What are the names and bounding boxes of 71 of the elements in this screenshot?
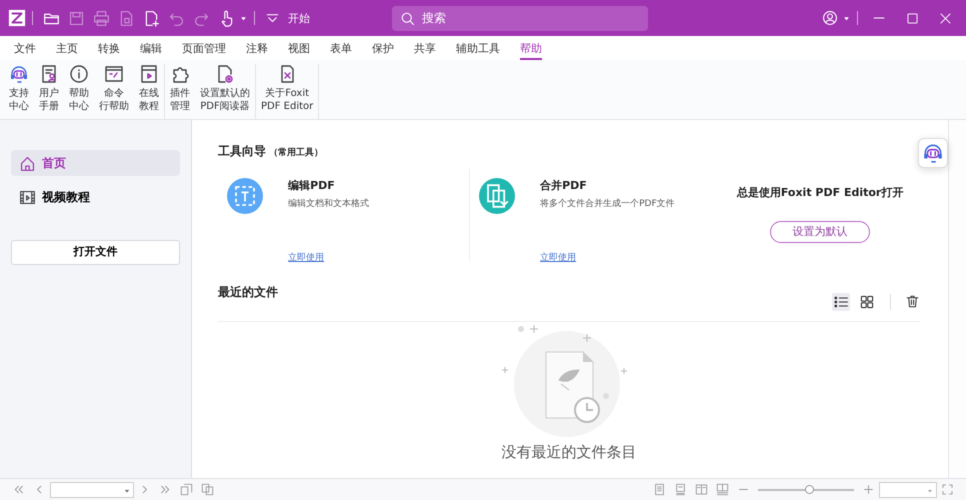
ribbon-button[interactable]: 支持 中心 <box>6 64 32 120</box>
tool-description: 编辑文档和文本格式 <box>288 198 370 211</box>
facing-page-icon[interactable] <box>695 483 708 496</box>
save-icon[interactable] <box>68 10 85 26</box>
ribbon-button[interactable]: 命令 行帮助 <box>96 64 132 120</box>
menu-tab[interactable]: 视图 <box>278 38 320 60</box>
fullscreen-icon[interactable] <box>941 483 954 496</box>
section-title: 最近的文件 <box>218 284 278 300</box>
maximize-icon[interactable] <box>906 12 919 24</box>
headset-icon <box>922 142 944 164</box>
app-logo-icon[interactable] <box>8 9 26 27</box>
new-document-icon[interactable] <box>143 10 160 26</box>
ribbon-button[interactable]: 关于Foxit PDF Editor <box>258 64 316 120</box>
info-icon <box>69 64 89 84</box>
use-now-link[interactable]: 立即使用 <box>288 252 324 265</box>
tool-description: 将多个文件合并生成一个PDF文件 <box>540 198 675 211</box>
ai-assistant-button[interactable] <box>918 138 948 168</box>
page-icon[interactable] <box>180 483 193 496</box>
print-icon[interactable] <box>93 10 110 26</box>
section-title: 工具向导 <box>218 143 266 160</box>
last-page-icon[interactable] <box>159 483 172 496</box>
tool-icon[interactable] <box>479 178 516 214</box>
menu-tab[interactable]: 文件 <box>4 38 46 60</box>
list-view-icon[interactable] <box>833 294 850 310</box>
sidebar-item[interactable]: 视频教程 <box>11 184 180 210</box>
menu-tab[interactable]: 保护 <box>362 38 404 60</box>
ribbon-button[interactable]: 在线 教程 <box>136 64 162 120</box>
first-page-icon[interactable] <box>12 483 25 496</box>
search-icon <box>400 10 415 26</box>
tool-name: 合并PDF <box>540 178 588 194</box>
empty-message: 没有最近的文件条目 <box>500 442 638 462</box>
menu-tab[interactable]: 辅助工具 <box>446 38 510 60</box>
menu-tab[interactable]: 表单 <box>320 38 362 60</box>
page-number-field[interactable] <box>50 482 134 498</box>
slider-thumb[interactable] <box>804 484 814 494</box>
zoom-in-icon[interactable] <box>862 483 875 496</box>
set-default-button[interactable]: 设置为默认 <box>770 221 870 243</box>
tool-icon[interactable] <box>227 178 264 214</box>
menu-tab[interactable]: 转换 <box>88 38 130 60</box>
page-icon[interactable] <box>201 483 214 496</box>
home-icon <box>19 154 36 172</box>
user-icon[interactable] <box>822 10 838 26</box>
zoom-field[interactable] <box>879 482 937 498</box>
single-page-icon[interactable] <box>653 483 666 496</box>
menu-tab[interactable]: 共享 <box>404 38 446 60</box>
terminal-icon <box>104 64 124 84</box>
continuous-facing-icon[interactable] <box>716 483 729 496</box>
menu-tab[interactable]: 主页 <box>46 38 88 60</box>
ribbon-button[interactable]: 插件 管理 <box>167 64 193 120</box>
use-now-link[interactable]: 立即使用 <box>540 252 576 265</box>
trash-icon[interactable] <box>905 294 920 309</box>
grid-view-icon[interactable] <box>859 294 876 310</box>
menu-tab[interactable]: 页面管理 <box>172 38 236 60</box>
search-field[interactable]: 搜索 <box>392 6 648 30</box>
headset-icon <box>9 64 29 84</box>
document-icon[interactable] <box>118 10 135 26</box>
sidebar-item[interactable]: 首页 <box>11 150 180 176</box>
ribbon-button[interactable]: 设置默认的 PDF阅读器 <box>197 64 253 120</box>
open-file-button[interactable]: 打开文件 <box>11 240 180 265</box>
tool-name: 编辑PDF <box>288 178 336 194</box>
quick-start-button[interactable]: 开始 <box>265 10 310 26</box>
section-subtitle: （常用工具） <box>269 147 324 160</box>
menu-tab[interactable]: 编辑 <box>130 38 172 60</box>
menu-tab[interactable]: 注释 <box>236 38 278 60</box>
ribbon-button[interactable]: 用户 手册 <box>36 64 62 120</box>
ribbon-button[interactable]: 帮助 中心 <box>66 64 92 120</box>
continuous-page-icon[interactable] <box>674 483 687 496</box>
default-app-prompt: 总是使用Foxit PDF Editor打开 <box>736 184 904 200</box>
video-window-icon <box>139 64 159 84</box>
film-icon <box>19 188 36 206</box>
close-icon[interactable] <box>939 12 952 24</box>
